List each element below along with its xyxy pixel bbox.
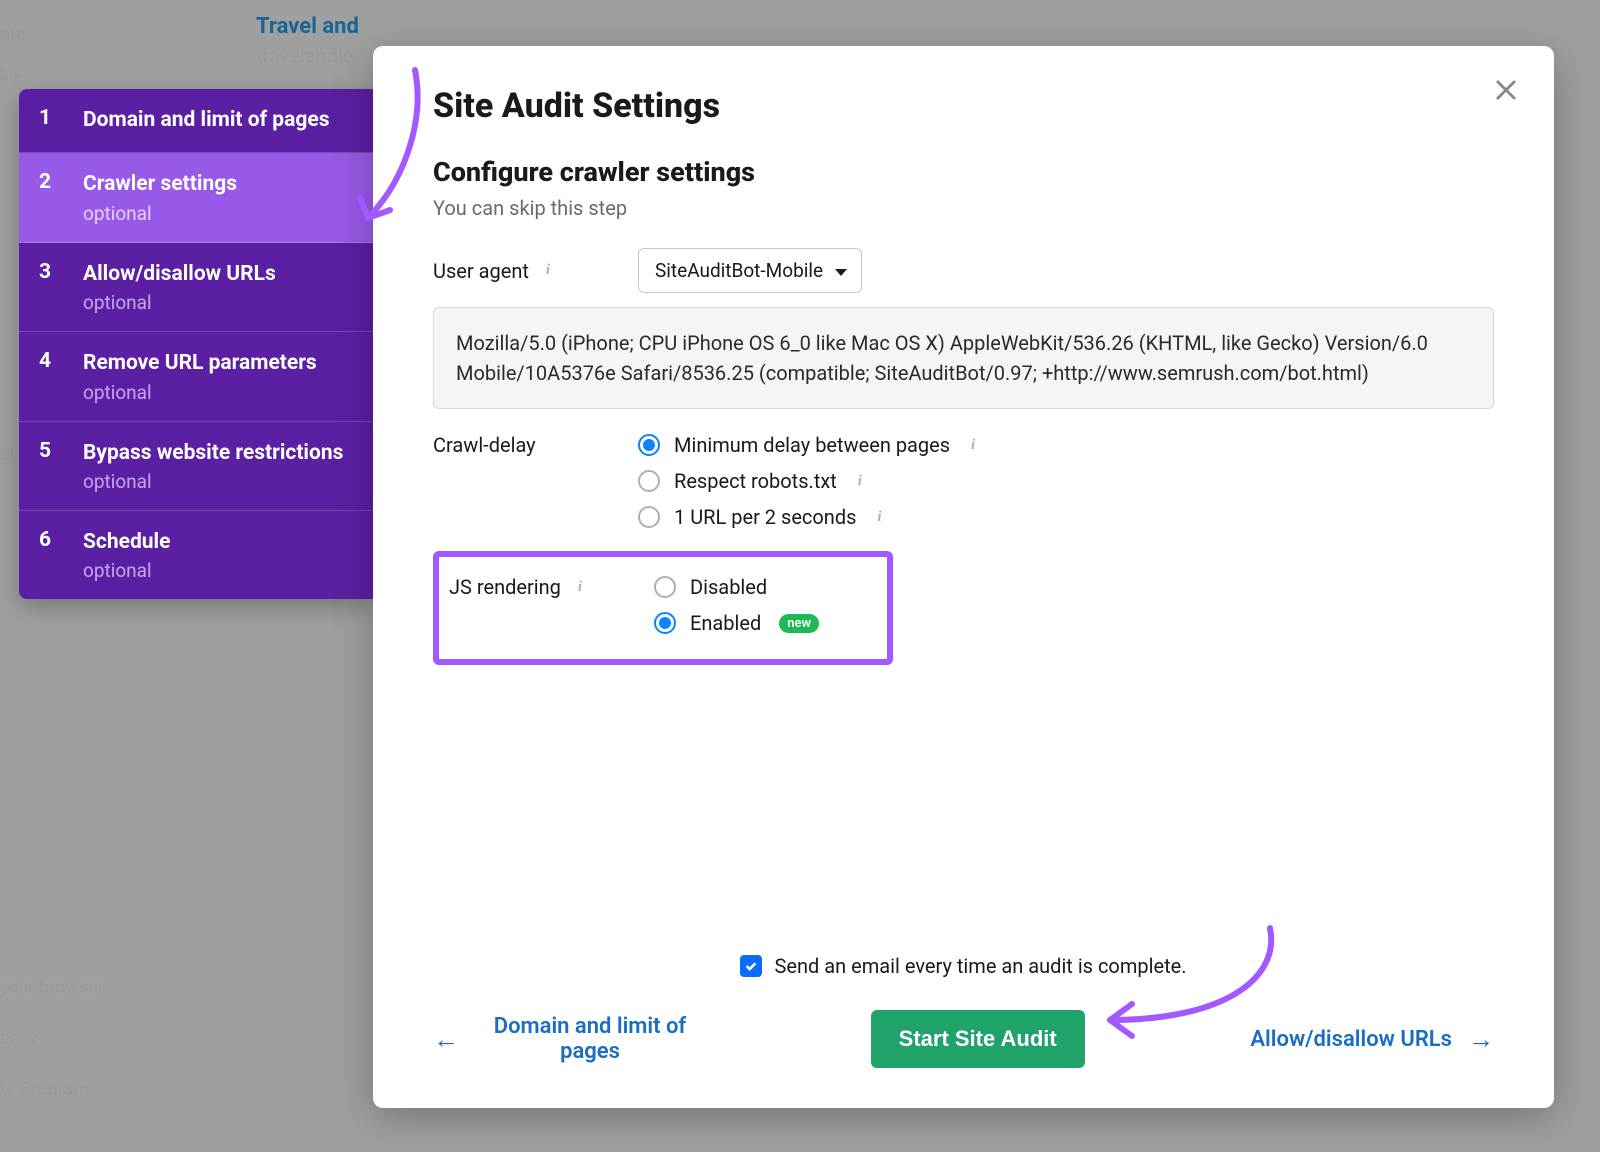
section-hint: You can skip this step [433, 196, 1494, 220]
step-3-allow-disallow[interactable]: 3 Allow/disallow URLs optional [19, 243, 374, 332]
nav-next-label: Allow/disallow URLs [1250, 1027, 1452, 1052]
step-title: Remove URL parameters [83, 349, 317, 378]
step-number: 2 [39, 170, 83, 224]
step-subtitle: optional [83, 470, 343, 493]
start-site-audit-button[interactable]: Start Site Audit [871, 1010, 1085, 1068]
user-agent-select[interactable]: SiteAuditBot-Mobile [638, 248, 862, 293]
step-subtitle: optional [83, 291, 276, 314]
user-agent-row: User agent i SiteAuditBot-Mobile [433, 248, 1494, 293]
step-title: Allow/disallow URLs [83, 260, 276, 289]
js-rendering-label-text: JS rendering [449, 575, 561, 599]
step-title: Schedule [83, 528, 170, 557]
section-title: Configure crawler settings [433, 156, 1494, 188]
nav-next-link[interactable]: Allow/disallow URLs → [1250, 1024, 1494, 1055]
step-subtitle: optional [83, 381, 317, 404]
step-number: 1 [39, 106, 83, 135]
js-rendering-options: Disabled Enabled new [654, 575, 819, 635]
radio-icon [654, 612, 676, 634]
option-label: Minimum delay between pages [674, 433, 950, 457]
option-label: Enabled [690, 611, 761, 635]
info-icon[interactable]: i [870, 508, 888, 526]
option-label: Disabled [690, 575, 767, 599]
crawl-delay-option-robots[interactable]: Respect robots.txt i [638, 469, 982, 493]
crawl-delay-label-text: Crawl-delay [433, 433, 536, 457]
info-icon[interactable]: i [539, 262, 557, 280]
crawl-delay-option-1per2[interactable]: 1 URL per 2 seconds i [638, 505, 982, 529]
bg-item: ency [0, 1028, 37, 1049]
nav-prev-link[interactable]: ← Domain and limit of pages [433, 1014, 705, 1064]
js-rendering-label: JS rendering i [449, 575, 654, 599]
modal-title: Site Audit Settings [433, 86, 1494, 126]
crawl-delay-option-min[interactable]: Minimum delay between pages i [638, 433, 982, 457]
step-subtitle: optional [83, 202, 237, 225]
step-number: 5 [39, 439, 83, 493]
crawl-delay-row: Crawl-delay Minimum delay between pages … [433, 433, 1494, 529]
user-agent-selected: SiteAuditBot-Mobile [655, 259, 823, 282]
checkbox-icon [740, 955, 762, 977]
radio-icon [638, 470, 660, 492]
bg-item: te Program [0, 1079, 89, 1100]
step-2-crawler-settings[interactable]: 2 Crawler settings optional [19, 153, 374, 242]
bg-item: ke [0, 67, 19, 88]
step-number: 3 [39, 260, 83, 314]
option-label: Respect robots.txt [674, 469, 837, 493]
step-subtitle: optional [83, 559, 170, 582]
step-title: Crawler settings [83, 170, 237, 199]
user-agent-label: User agent i [433, 259, 638, 283]
crawl-delay-options: Minimum delay between pages i Respect ro… [638, 433, 982, 529]
js-rendering-option-enabled[interactable]: Enabled new [654, 611, 819, 635]
project-domain: travelandle [256, 44, 353, 68]
email-checkbox-row[interactable]: Send an email every time an audit is com… [433, 954, 1494, 978]
user-agent-label-text: User agent [433, 259, 529, 283]
step-5-bypass-restrictions[interactable]: 5 Bypass website restrictions optional [19, 422, 374, 511]
info-icon[interactable]: i [851, 472, 869, 490]
js-rendering-option-disabled[interactable]: Disabled [654, 575, 819, 599]
radio-icon [638, 506, 660, 528]
arrow-right-icon: → [1468, 1024, 1494, 1055]
step-number: 4 [39, 349, 83, 403]
radio-icon [654, 576, 676, 598]
bg-item: et [0, 444, 15, 465]
email-label: Send an email every time an audit is com… [774, 954, 1186, 978]
arrow-left-icon: ← [433, 1024, 459, 1055]
info-icon[interactable]: i [964, 436, 982, 454]
new-badge: new [779, 614, 819, 633]
wizard-steps: 1 Domain and limit of pages 2 Crawler se… [19, 89, 374, 599]
step-1-domain-limit[interactable]: 1 Domain and limit of pages [19, 89, 374, 153]
info-icon[interactable]: i [571, 578, 589, 596]
nav-prev-label: Domain and limit of pages [475, 1014, 705, 1064]
step-title: Domain and limit of pages [83, 106, 329, 135]
js-rendering-highlight: JS rendering i Disabled Enabled new [433, 551, 893, 665]
bg-item: your browser [0, 977, 104, 998]
step-title: Bypass website restrictions [83, 439, 343, 468]
crawl-delay-label: Crawl-delay [433, 433, 638, 457]
step-number: 6 [39, 528, 83, 582]
user-agent-string: Mozilla/5.0 (iPhone; CPU iPhone OS 6_0 l… [433, 307, 1494, 409]
footer-nav: ← Domain and limit of pages Start Site A… [433, 1010, 1494, 1068]
settings-modal: Site Audit Settings Configure crawler se… [373, 46, 1554, 1108]
radio-icon [638, 434, 660, 456]
project-name: Travel and [256, 14, 359, 39]
close-icon [1492, 76, 1520, 104]
step-4-remove-url-params[interactable]: 4 Remove URL parameters optional [19, 332, 374, 421]
step-6-schedule[interactable]: 6 Schedule optional [19, 511, 374, 599]
bg-item: ate [0, 24, 25, 45]
close-button[interactable] [1492, 76, 1520, 108]
option-label: 1 URL per 2 seconds [674, 505, 856, 529]
check-icon [744, 959, 758, 973]
